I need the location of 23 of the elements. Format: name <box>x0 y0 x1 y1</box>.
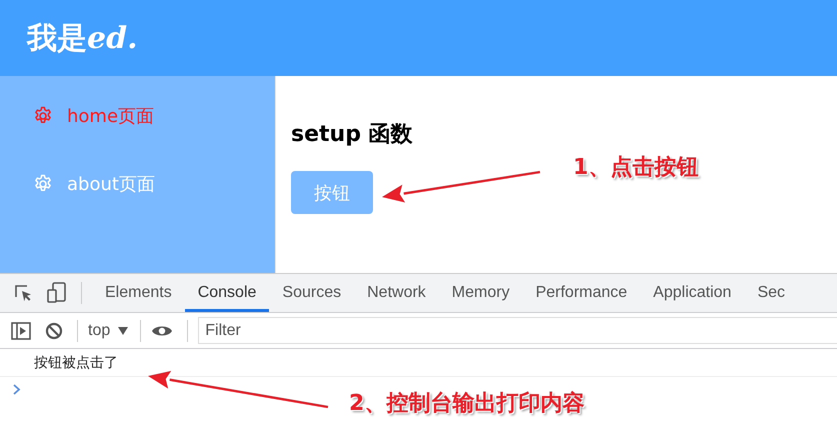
sidebar-toggle-icon[interactable] <box>11 322 31 340</box>
devtools-tab[interactable]: Performance <box>522 274 640 312</box>
gear-icon <box>33 174 53 194</box>
device-toggle-icon[interactable] <box>47 282 67 304</box>
annotation-label: 1、点击按钮 <box>573 154 698 182</box>
clear-icon[interactable] <box>45 322 63 340</box>
inspect-icon[interactable] <box>13 283 33 303</box>
context-dropdown[interactable]: top <box>88 322 128 340</box>
gear-icon <box>33 106 53 126</box>
caret-icon <box>118 326 128 334</box>
devtools-tab[interactable]: Elements <box>92 274 185 312</box>
devtools-tab[interactable]: Application <box>640 274 744 312</box>
page-heading: setup 函数 <box>291 121 414 149</box>
console-message: 按钮被点击了 <box>34 354 118 372</box>
devtools-tab[interactable]: Sec <box>744 274 798 312</box>
devtools-tab[interactable]: Sources <box>269 274 354 312</box>
annotation-label: 2、控制台输出打印内容 <box>349 390 584 418</box>
devtools-tab[interactable]: Console <box>184 274 270 312</box>
prompt-chevron-icon[interactable] <box>13 384 21 394</box>
site-title: 我是ed. <box>27 20 138 58</box>
devtools-tab[interactable]: Memory <box>438 274 523 312</box>
devtools-tab[interactable]: Network <box>354 274 439 312</box>
filter-field[interactable]: Filter <box>198 317 837 344</box>
